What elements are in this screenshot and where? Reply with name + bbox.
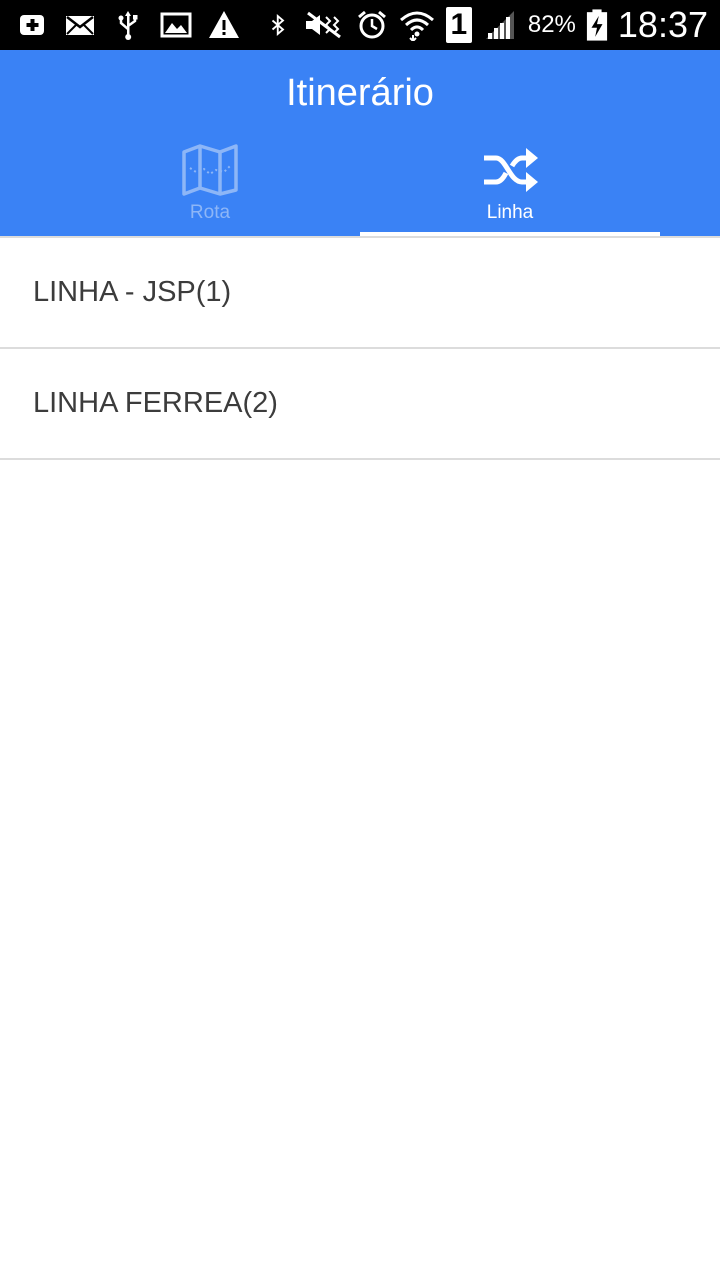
list-item[interactable]: LINHA - JSP(1) (0, 238, 720, 349)
list-item-label: LINHA FERREA(2) (33, 387, 278, 419)
notification-icons (16, 8, 240, 42)
battery-charging-icon (586, 9, 607, 41)
wifi-icon (399, 11, 434, 41)
map-icon (182, 144, 238, 196)
clock: 18:37 (617, 4, 708, 45)
tab-rota-label: Rota (189, 202, 231, 223)
sim-icon: 1 (445, 7, 472, 43)
image-icon (160, 12, 192, 38)
shuffle-icon (484, 148, 538, 192)
status-bar: 1 82% 18:37 (0, 0, 720, 50)
add-box-icon (20, 15, 44, 35)
bluetooth-icon (271, 13, 285, 37)
system-icons: 1 82% 18:37 (268, 4, 708, 46)
warning-icon (209, 11, 239, 38)
tab-bar: Rota Linha (0, 142, 720, 236)
linha-list: LINHA - JSP(1) LINHA FERREA(2) (0, 236, 720, 460)
signal-icon (485, 11, 514, 39)
list-item[interactable]: LINHA FERREA(2) (0, 349, 720, 460)
list-item-label: LINHA - JSP(1) (33, 276, 232, 308)
alarm-icon (357, 10, 386, 39)
battery-percent: 82% (527, 11, 576, 38)
tab-linha[interactable]: Linha (360, 142, 660, 236)
sim-slot-label: 1 (450, 8, 468, 41)
page-title: Itinerário (286, 72, 434, 114)
mute-icon (305, 11, 341, 39)
app-bar: Itinerário Rota Linha (0, 50, 720, 236)
mail-icon (66, 16, 94, 35)
tab-rota[interactable]: Rota (60, 142, 360, 236)
tab-linha-label: Linha (486, 202, 534, 223)
usb-icon (118, 11, 138, 40)
